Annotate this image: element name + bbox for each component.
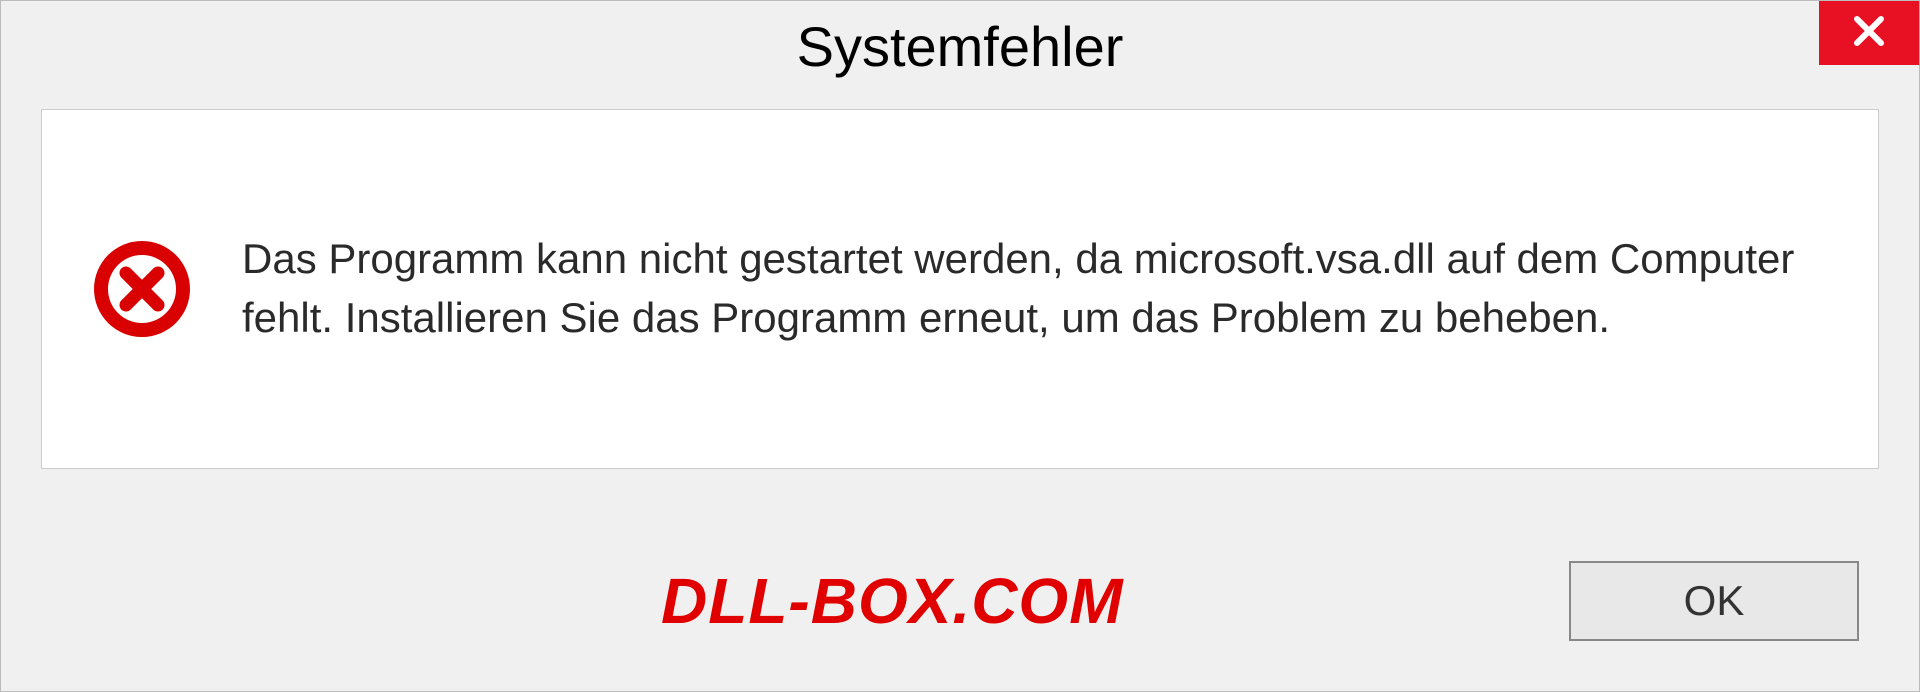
titlebar: Systemfehler: [1, 1, 1919, 91]
error-dialog: Systemfehler Das Programm kann nicht ges…: [0, 0, 1920, 692]
error-icon: [92, 239, 192, 339]
watermark-text: DLL-BOX.COM: [661, 564, 1124, 638]
ok-button[interactable]: OK: [1569, 561, 1859, 641]
close-icon: [1851, 13, 1887, 54]
ok-button-label: OK: [1684, 577, 1745, 625]
dialog-title: Systemfehler: [797, 14, 1124, 79]
error-message: Das Programm kann nicht gestartet werden…: [242, 230, 1818, 348]
close-button[interactable]: [1819, 1, 1919, 65]
message-panel: Das Programm kann nicht gestartet werden…: [41, 109, 1879, 469]
dialog-footer: DLL-BOX.COM OK: [1, 541, 1919, 691]
